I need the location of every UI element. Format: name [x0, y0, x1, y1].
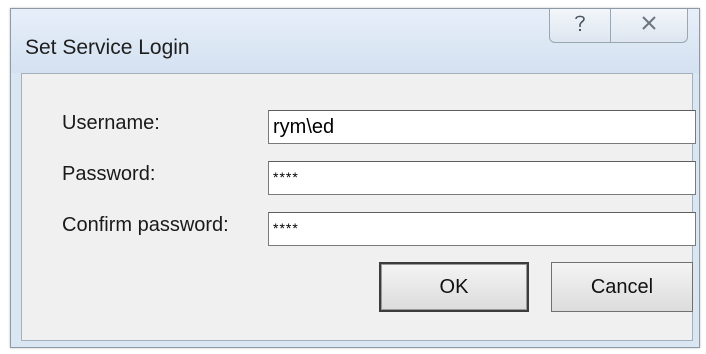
password-field[interactable] [268, 161, 696, 195]
close-x-icon [640, 14, 658, 37]
confirm-password-field[interactable] [268, 212, 696, 246]
set-service-login-dialog: Set Service Login Username: Password: Co… [10, 8, 700, 348]
cancel-button[interactable]: Cancel [551, 262, 693, 312]
title-bar[interactable]: Set Service Login [11, 9, 699, 73]
password-label: Password: [62, 163, 156, 185]
help-button[interactable] [549, 9, 611, 43]
username-label: Username: [62, 112, 160, 134]
close-button[interactable] [610, 9, 688, 43]
window-title: Set Service Login [25, 36, 190, 59]
confirm-password-label: Confirm password: [62, 214, 229, 236]
username-field[interactable] [268, 110, 696, 144]
question-mark-icon [570, 12, 590, 40]
ok-button[interactable]: OK [379, 262, 529, 312]
